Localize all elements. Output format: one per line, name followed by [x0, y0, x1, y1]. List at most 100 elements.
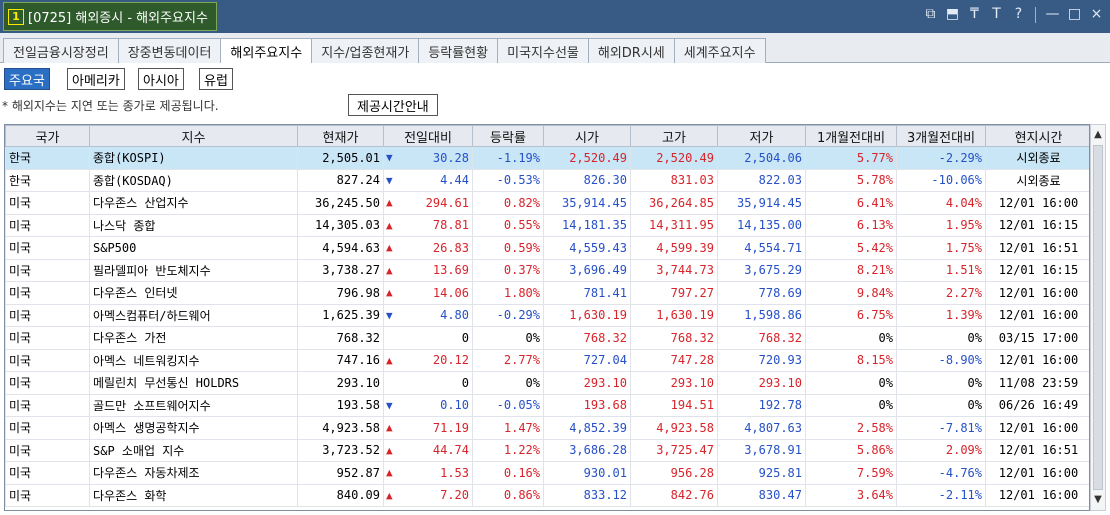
close-icon[interactable]: ×: [1089, 6, 1104, 24]
table-row[interactable]: 미국 다우존스 자동차제조 952.87 ▲ 1.53 0.16% 930.01 956.28…: [5, 461, 1089, 485]
tab-4[interactable]: 등락률현황: [418, 38, 499, 63]
pin-icon[interactable]: ₸: [967, 6, 982, 24]
help-icon[interactable]: ?: [1011, 6, 1026, 24]
column-header-1[interactable]: 지수: [89, 125, 298, 147]
subtab-0[interactable]: 주요국: [4, 68, 50, 90]
month3-cell: 2.09%: [896, 438, 986, 462]
open-cell: 768.32: [543, 326, 631, 350]
index-name-cell-value: 다우존스 자동차제조: [93, 466, 200, 481]
column-header-9[interactable]: 3개월전대비: [896, 125, 986, 147]
country-cell-value: 한국: [9, 151, 32, 166]
open-cell-value: 14,181.35: [561, 218, 627, 233]
table-row[interactable]: 미국 다우존스 화학 840.09 ▲ 7.20 0.86% 833.12 842.76 830…: [5, 483, 1089, 507]
country-cell: 미국: [5, 281, 90, 305]
change-cell: ▲ 14.06: [383, 281, 473, 305]
rate-cell: 0%: [472, 371, 544, 395]
rate-cell-value: 0%: [525, 330, 540, 345]
month3-cell-value: 1.75%: [945, 240, 982, 255]
copy-window-icon[interactable]: ⬒: [945, 6, 960, 24]
tab-7[interactable]: 세계주요지수: [673, 38, 766, 63]
local-time-cell-value: 12/01 16:00: [998, 353, 1079, 368]
subtab-2[interactable]: 아시아: [138, 68, 184, 90]
tab-5[interactable]: 미국지수선물: [497, 38, 589, 63]
high-cell-value: 14,311.95: [648, 218, 714, 233]
scroll-up-icon[interactable]: ▲: [1091, 127, 1105, 143]
index-name-cell-value: 다우존스 화학: [93, 488, 167, 503]
tab-6[interactable]: 해외DR시세: [587, 38, 675, 63]
low-cell: 3,675.29: [717, 258, 806, 282]
table-row[interactable]: 미국 메릴린치 무선통신 HOLDRS 293.10 0 0% 293.10 293.10 2…: [5, 371, 1089, 395]
scroll-thumb[interactable]: [1093, 145, 1103, 490]
column-header-8[interactable]: 1개월전대비: [805, 125, 897, 147]
column-header-4[interactable]: 등락률: [472, 125, 544, 147]
price-cell-value: 4,594.63: [322, 240, 380, 255]
index-name-cell-value: S&P500: [93, 240, 137, 255]
local-time-cell: 12/01 16:15: [985, 213, 1089, 237]
table-row[interactable]: 미국 골드만 소프트웨어지수 193.58 ▼ 0.10 -0.05% 193.68 194.…: [5, 393, 1089, 417]
index-name-cell-value: 골드만 소프트웨어지수: [93, 398, 211, 413]
tab-2[interactable]: 해외주요지수: [220, 38, 313, 64]
table-row[interactable]: 미국 아멕스 네트워킹지수 747.16 ▲ 20.12 2.77% 727.04 747.2…: [5, 348, 1089, 372]
subtab-1[interactable]: 아메리카: [67, 68, 125, 90]
tab-1[interactable]: 장중변동데이터: [117, 38, 222, 63]
table-row[interactable]: 미국 다우존스 인터넷 796.98 ▲ 14.06 1.80% 781.41 797.27 7…: [5, 281, 1089, 305]
table-row[interactable]: 미국 다우존스 산업지수 36,245.50 ▲ 294.61 0.82% 35,914.4…: [5, 191, 1089, 215]
index-name-cell: 다우존스 가전: [89, 326, 298, 350]
month3-cell-value: 2.09%: [945, 443, 982, 458]
table-row[interactable]: 미국 아멕스컴퓨터/하드웨어 1,625.39 ▼ 4.80 -0.29% 1,630.19…: [5, 303, 1089, 327]
country-cell-value: 미국: [9, 488, 32, 503]
country-cell: 한국: [5, 168, 90, 192]
low-cell-value: 4,554.71: [744, 240, 802, 255]
column-header-10[interactable]: 현지시간: [985, 125, 1089, 147]
column-header-7[interactable]: 저가: [717, 125, 806, 147]
up-arrow-icon: ▲: [386, 421, 393, 434]
table-row[interactable]: 미국 다우존스 가전 768.32 0 0% 768.32 768.32 768.32 0% 0%…: [5, 326, 1089, 350]
high-cell-value: 842.76: [670, 488, 714, 503]
column-header-0[interactable]: 국가: [5, 125, 90, 147]
text-size-icon[interactable]: T: [989, 6, 1004, 24]
column-header-3[interactable]: 전일대비: [383, 125, 473, 147]
tab-3[interactable]: 지수/업종현재가: [311, 38, 420, 63]
up-arrow-icon: ▲: [386, 196, 393, 209]
month3-cell: -2.11%: [896, 483, 986, 507]
local-time-cell: 12/01 16:00: [985, 483, 1089, 507]
table-row[interactable]: 한국 종합(KOSPI) 2,505.01 ▼ 30.28 -1.19% 2,520.49 2…: [5, 146, 1089, 170]
table-row[interactable]: 미국 아멕스 생명공학지수 4,923.58 ▲ 71.19 1.47% 4,852.39 4…: [5, 416, 1089, 440]
local-time-cell-value: 06/26 16:49: [998, 398, 1079, 413]
month3-cell-value: 2.27%: [945, 285, 982, 300]
low-cell: 925.81: [717, 461, 806, 485]
month1-cell-value: 3.64%: [856, 488, 893, 503]
open-cell-value: 4,559.43: [569, 240, 627, 255]
column-header-6[interactable]: 고가: [630, 125, 718, 147]
table-row[interactable]: 미국 필라델피아 반도체지수 3,738.27 ▲ 13.69 0.37% 3,696.49…: [5, 258, 1089, 282]
month3-cell: 1.75%: [896, 236, 986, 260]
table-row[interactable]: 미국 S&P500 4,594.63 ▲ 26.83 0.59% 4,559.43 4,599…: [5, 236, 1089, 260]
scroll-down-icon[interactable]: ▼: [1091, 492, 1105, 508]
price-cell-value: 768.32: [336, 330, 380, 345]
month1-cell: 2.58%: [805, 416, 897, 440]
rate-cell-value: 1.22%: [503, 443, 540, 458]
month3-cell: 1.95%: [896, 213, 986, 237]
service-time-info-button[interactable]: 제공시간안내: [348, 94, 438, 116]
month3-cell-value: 1.51%: [945, 263, 982, 278]
column-header-5[interactable]: 시가: [543, 125, 631, 147]
rate-cell: -0.53%: [472, 168, 544, 192]
table-row[interactable]: 한국 종합(KOSDAQ) 827.24 ▼ 4.44 -0.53% 826.30 831.0…: [5, 168, 1089, 192]
country-cell-value: 미국: [9, 263, 32, 278]
main-tab-bar: 전일금융시장정리 장중변동데이터 해외주요지수 지수/업종현재가 등락률현황 미국지수선물…: [0, 33, 1110, 64]
country-cell: 미국: [5, 371, 90, 395]
restore-icon[interactable]: ⧉: [923, 6, 938, 24]
vertical-scrollbar[interactable]: ▲ ▼: [1090, 124, 1106, 511]
table-row[interactable]: 미국 S&P 소매업 지수 3,723.52 ▲ 44.74 1.22% 3,686.28 3…: [5, 438, 1089, 462]
minimize-icon[interactable]: —: [1045, 6, 1060, 24]
local-time-cell-value: 12/01 16:00: [998, 285, 1079, 300]
column-header-2[interactable]: 현재가: [297, 125, 384, 147]
maximize-icon[interactable]: □: [1067, 6, 1082, 24]
tab-0[interactable]: 전일금융시장정리: [3, 38, 119, 63]
table-row[interactable]: 미국 나스닥 종합 14,305.03 ▲ 78.81 0.55% 14,181.35 14,…: [5, 213, 1089, 237]
subtab-3[interactable]: 유럽: [199, 68, 233, 90]
month1-cell-value: 0%: [878, 398, 893, 413]
high-cell: 956.28: [630, 461, 718, 485]
rate-cell-value: 0.86%: [503, 488, 540, 503]
high-cell-value: 194.51: [670, 398, 714, 413]
